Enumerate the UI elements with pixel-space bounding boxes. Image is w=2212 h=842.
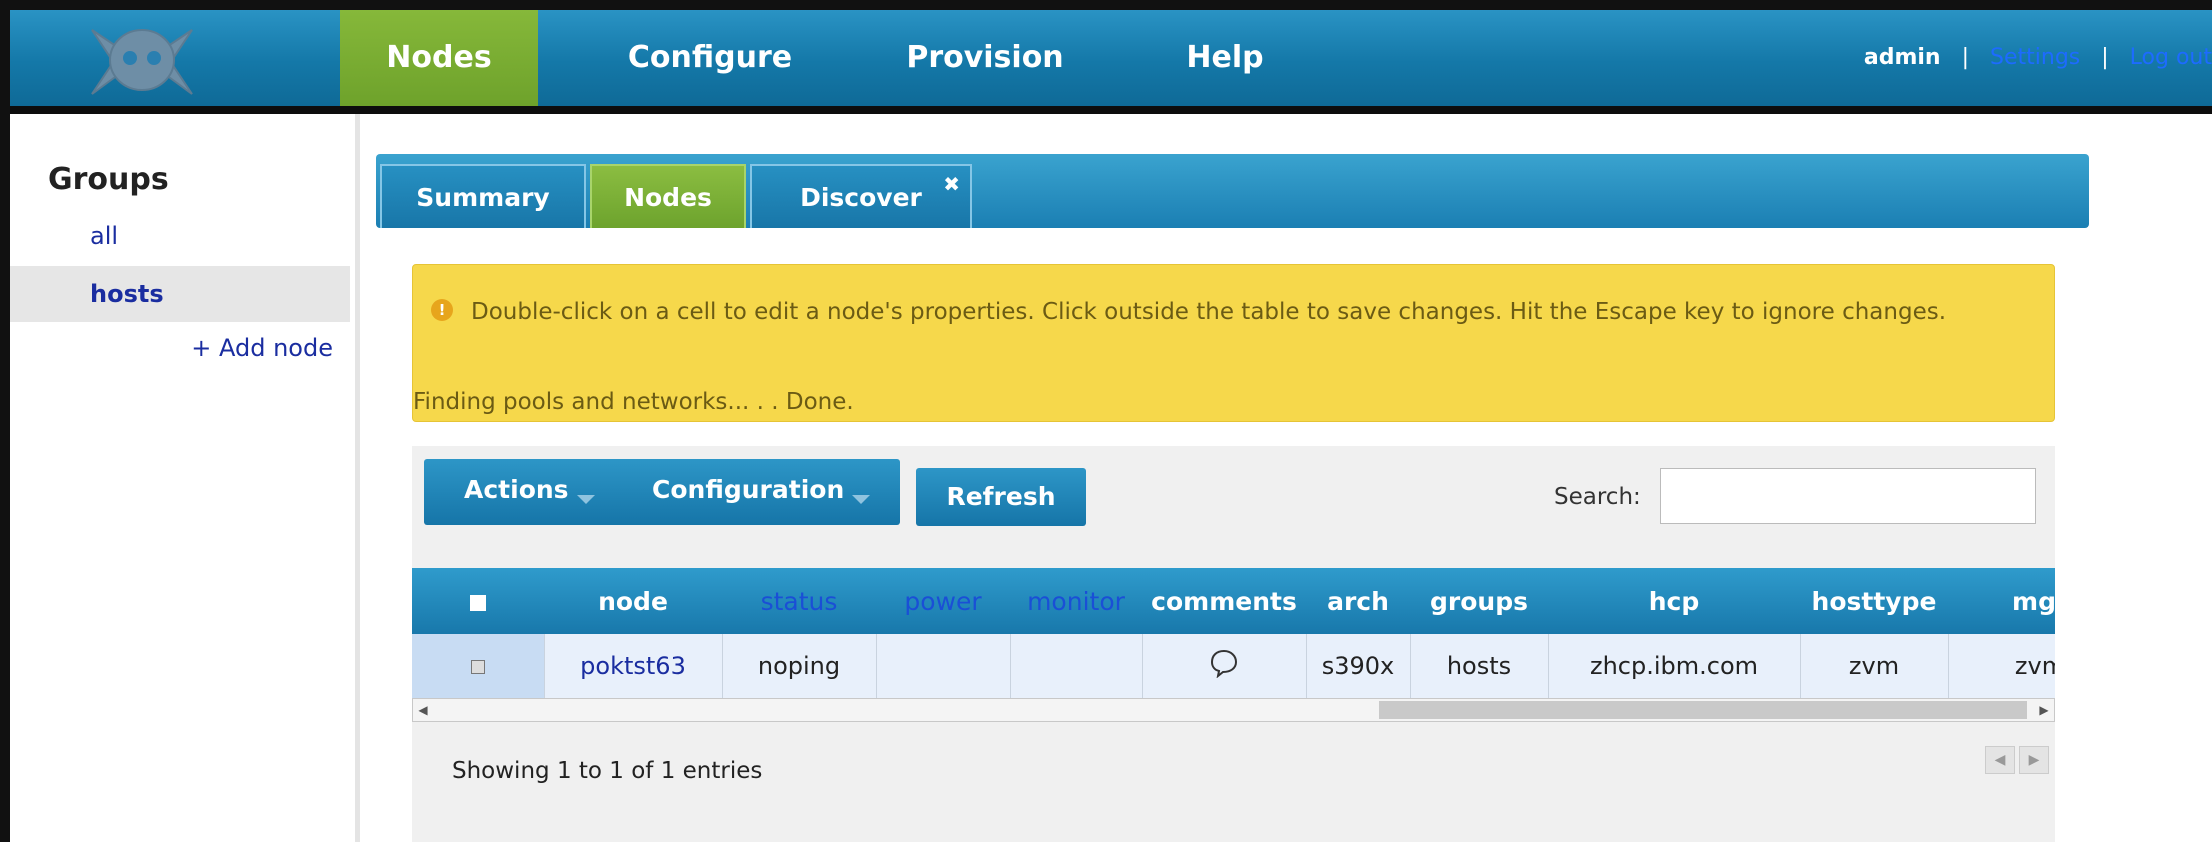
nav-nodes[interactable]: Nodes [340, 10, 538, 106]
cell-comments[interactable] [1142, 634, 1307, 698]
nodes-table: node status power monitor comments arch … [412, 568, 2055, 698]
pagination: ◀ ▶ [1981, 746, 2049, 774]
previous-page-icon[interactable]: ◀ [1985, 746, 2015, 774]
info-status-text: Finding pools and networks... . . Done. [413, 389, 854, 415]
scrollbar-thumb[interactable] [1379, 701, 2027, 719]
column-header-hosttype[interactable]: hosttype [1800, 568, 1948, 634]
separator: | [1961, 45, 1970, 70]
nav-provision[interactable]: Provision [875, 10, 1095, 106]
column-header-power[interactable]: power [876, 568, 1010, 634]
column-header-arch[interactable]: arch [1306, 568, 1410, 634]
logout-link[interactable]: Log out [2130, 45, 2212, 70]
add-node-link[interactable]: + Add node [191, 334, 333, 362]
nodes-panel: Actions Configuration Refresh Search: no… [412, 446, 2055, 842]
cell-node[interactable]: poktst63 [544, 634, 723, 698]
nodes-table-wrapper: node status power monitor comments arch … [412, 568, 2055, 698]
tab-discover[interactable]: Discover ✖ [750, 164, 972, 228]
cell-mgt[interactable]: zvm [1948, 634, 2055, 698]
user-area: admin | Settings | Log out [1864, 10, 2212, 106]
scroll-left-icon[interactable]: ◀ [413, 699, 433, 721]
cell-status[interactable]: noping [722, 634, 877, 698]
tab-discover-label: Discover [800, 183, 922, 212]
info-message-box: ! Double-click on a cell to edit a node'… [412, 264, 2055, 422]
select-all-checkbox[interactable] [412, 568, 544, 634]
tab-bar: Summary Nodes Discover ✖ [376, 154, 2089, 228]
column-header-node[interactable]: node [544, 568, 722, 634]
skull-crossbones-logo [82, 22, 202, 100]
table-row[interactable]: poktst63 noping s390x hosts zhcp.ibm.com… [412, 634, 2055, 698]
cell-groups[interactable]: hosts [1410, 634, 1549, 698]
node-link[interactable]: poktst63 [580, 652, 686, 680]
info-message-text: Double-click on a cell to edit a node's … [471, 299, 1947, 325]
checkbox-icon[interactable] [470, 594, 486, 611]
comment-icon[interactable] [1209, 648, 1239, 679]
close-icon[interactable]: ✖ [943, 152, 960, 216]
chevron-down-icon [576, 495, 595, 504]
tab-summary[interactable]: Summary [380, 164, 586, 228]
cell-monitor[interactable] [1010, 634, 1143, 698]
row-checkbox[interactable] [412, 634, 545, 698]
nav-configure[interactable]: Configure [610, 10, 810, 106]
cell-hcp[interactable]: zhcp.ibm.com [1548, 634, 1801, 698]
group-item-all[interactable]: all [10, 208, 350, 264]
column-header-mgt[interactable]: mgt [1948, 568, 2055, 634]
column-header-groups[interactable]: groups [1410, 568, 1548, 634]
column-header-hcp[interactable]: hcp [1548, 568, 1800, 634]
search-label: Search: [1554, 484, 1641, 510]
groups-sidebar: Groups all hosts + Add node [10, 114, 360, 842]
column-header-monitor[interactable]: monitor [1010, 568, 1142, 634]
horizontal-scrollbar[interactable]: ◀ ▶ [412, 698, 2055, 722]
separator: | [2101, 45, 2109, 70]
checkbox-icon[interactable] [470, 660, 485, 674]
groups-heading: Groups [48, 162, 169, 197]
window-frame-top [0, 0, 2212, 10]
top-navigation-bar: Nodes Configure Provision Help admin | S… [10, 10, 2212, 114]
actions-menu-button[interactable]: Actions [464, 459, 595, 525]
toolbar-menu: Actions Configuration [424, 459, 900, 525]
refresh-button[interactable]: Refresh [916, 468, 1086, 526]
settings-link[interactable]: Settings [1990, 45, 2080, 70]
chevron-down-icon [852, 495, 871, 504]
window-frame-left [0, 0, 10, 842]
column-header-comments[interactable]: comments [1142, 568, 1306, 634]
configuration-label: Configuration [652, 475, 845, 504]
username: admin [1863, 45, 1941, 70]
group-item-hosts[interactable]: hosts [10, 266, 350, 322]
nav-help[interactable]: Help [1160, 10, 1290, 106]
table-header-row: node status power monitor comments arch … [412, 568, 2055, 634]
scroll-right-icon[interactable]: ▶ [2034, 699, 2054, 721]
actions-label: Actions [464, 475, 569, 504]
column-header-status[interactable]: status [722, 568, 876, 634]
cell-arch[interactable]: s390x [1306, 634, 1411, 698]
next-page-icon[interactable]: ▶ [2019, 746, 2049, 774]
search-input[interactable] [1660, 468, 2036, 524]
warning-icon: ! [431, 299, 453, 321]
tab-nodes[interactable]: Nodes [590, 164, 746, 228]
table-info-text: Showing 1 to 1 of 1 entries [452, 758, 763, 784]
configuration-menu-button[interactable]: Configuration [652, 459, 871, 525]
cell-hosttype[interactable]: zvm [1800, 634, 1949, 698]
cell-power[interactable] [876, 634, 1011, 698]
